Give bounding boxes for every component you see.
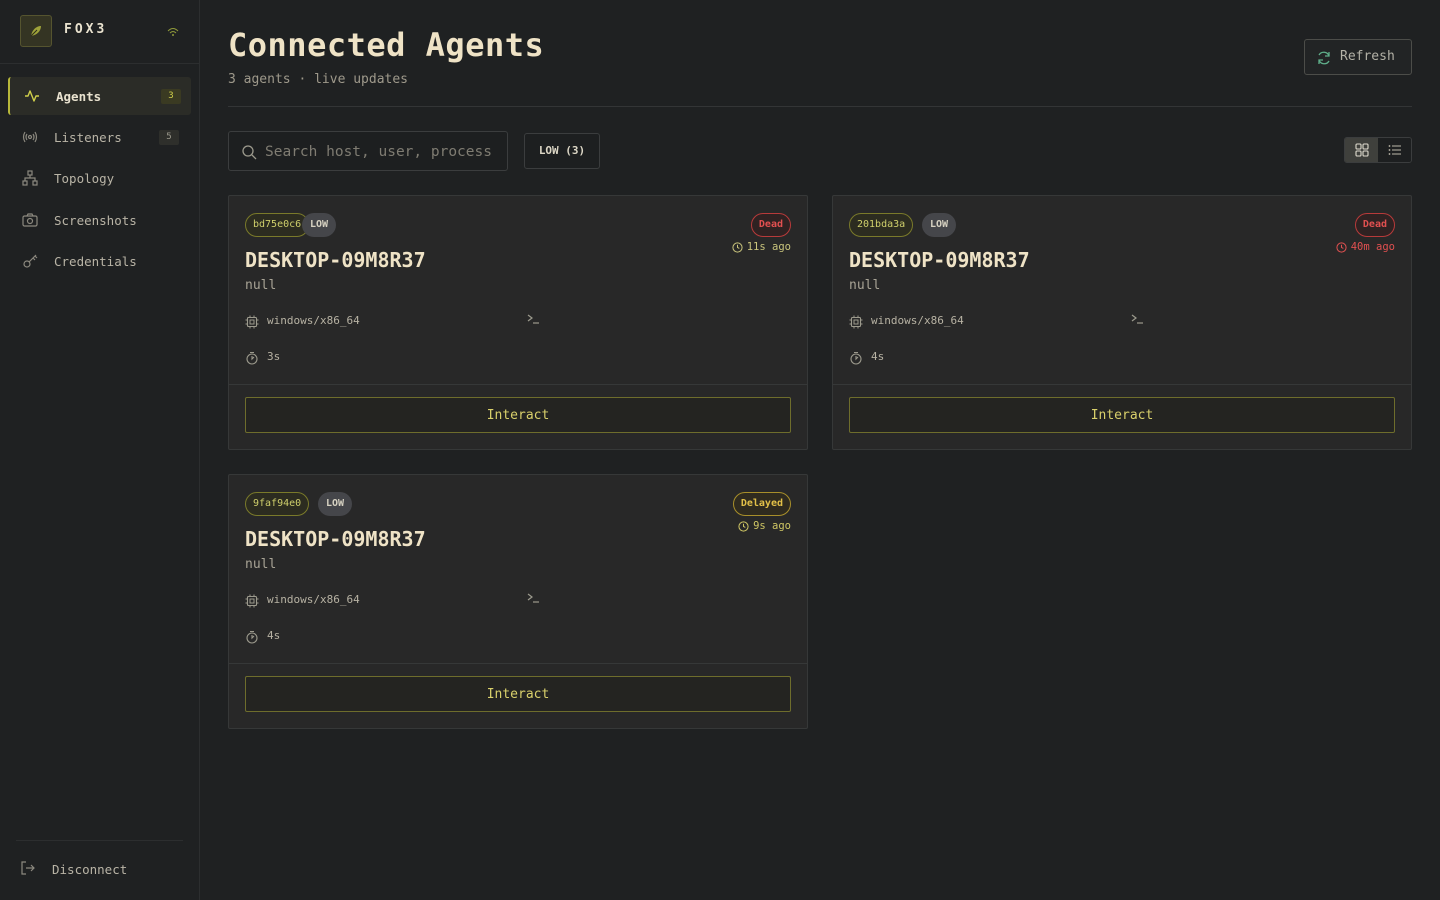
last-seen-text: 40m ago [1350, 241, 1395, 253]
timer-icon [850, 351, 862, 365]
sidebar: FOX3 Agents 3 Listeners 5 Topology Scree… [0, 0, 200, 900]
sidebar-divider [16, 840, 183, 841]
agent-hostname: DESKTOP-09M8R37 [849, 248, 1030, 272]
status-badge: Delayed [732, 492, 791, 516]
agent-hostname: DESKTOP-09M8R37 [245, 248, 426, 272]
activity-icon [25, 90, 39, 102]
interact-button[interactable]: Interact [849, 397, 1395, 433]
refresh-label: Refresh [1340, 49, 1395, 64]
agent-sleep: 3s [267, 350, 281, 363]
agent-sleep: 4s [267, 629, 281, 642]
app-name: FOX3 [64, 22, 108, 37]
privilege-badge: LOW [318, 492, 353, 516]
broadcast-icon [22, 131, 38, 143]
agent-sleep: 4s [871, 350, 885, 363]
agent-arch: windows/x86_64 [267, 314, 360, 327]
sidebar-item-screenshots[interactable]: Screenshots [8, 201, 191, 239]
sidebar-item-label: Listeners [54, 130, 122, 145]
agent-card: bd75e0c6 LOW Dead 11s ago DESKTOP-09M8R3… [228, 195, 808, 450]
page-title: Connected Agents [228, 26, 545, 64]
fox-logo-icon [20, 15, 52, 47]
last-seen-text: 11s ago [746, 241, 791, 253]
key-icon [23, 254, 38, 268]
agent-arch: windows/x86_64 [267, 593, 360, 606]
clock-icon [732, 241, 743, 253]
clock-icon [1336, 241, 1347, 253]
agent-arch: windows/x86_64 [871, 314, 964, 327]
agent-card: 201bda3a LOW Dead 40m ago DESKTOP-09M8R3… [832, 195, 1412, 450]
agent-hostname: DESKTOP-09M8R37 [245, 527, 426, 551]
card-divider [833, 384, 1411, 385]
list-view-button[interactable] [1378, 138, 1411, 162]
listeners-count-badge: 5 [159, 130, 179, 145]
sidebar-item-agents[interactable]: Agents 3 [8, 77, 191, 115]
search-input[interactable] [265, 140, 499, 164]
agent-id-badge: bd75e0c6 [245, 213, 310, 237]
sidebar-item-label: Credentials [54, 254, 137, 269]
cpu-icon [245, 315, 259, 329]
status-badge: Dead [750, 213, 791, 237]
terminal-icon [527, 314, 539, 324]
sidebar-item-label: Screenshots [54, 213, 137, 228]
timer-icon [246, 630, 258, 644]
sidebar-item-credentials[interactable]: Credentials [8, 242, 191, 280]
terminal-icon [527, 593, 539, 603]
sidebar-item-topology[interactable]: Topology [8, 159, 191, 197]
agent-id-badge: 9faf94e0 [245, 492, 310, 516]
refresh-icon [1318, 51, 1330, 65]
agent-user: null [849, 278, 881, 293]
card-divider [229, 384, 807, 385]
privilege-filter-chip[interactable]: LOW (3) [524, 133, 600, 169]
search-box [228, 131, 508, 171]
refresh-button[interactable]: Refresh [1304, 39, 1412, 75]
header-divider [228, 106, 1412, 107]
agent-id-badge: 201bda3a [849, 213, 914, 237]
cpu-icon [849, 315, 863, 329]
wifi-icon [167, 28, 179, 36]
last-seen: 9s ago [738, 520, 791, 532]
agent-user: null [245, 278, 277, 293]
camera-icon [22, 213, 38, 227]
clock-icon [738, 520, 749, 532]
disconnect-label: Disconnect [52, 862, 128, 877]
list-icon [1388, 145, 1401, 155]
disconnect-button[interactable]: Disconnect [14, 856, 184, 882]
card-divider [229, 663, 807, 664]
grid-icon [1355, 143, 1369, 157]
status-badge: Dead [1354, 213, 1395, 237]
view-toggle [1344, 137, 1412, 163]
network-icon [22, 170, 38, 186]
privilege-badge: LOW [302, 213, 337, 237]
brand-header: FOX3 [0, 0, 199, 64]
last-seen: 11s ago [732, 241, 791, 253]
interact-button[interactable]: Interact [245, 676, 791, 712]
agent-user: null [245, 557, 277, 572]
agent-card: 9faf94e0 LOW Delayed 9s ago DESKTOP-09M8… [228, 474, 808, 729]
search-icon [242, 145, 257, 160]
sidebar-item-label: Agents [56, 89, 102, 104]
cpu-icon [245, 594, 259, 608]
logout-icon [21, 861, 35, 875]
page-subtitle: 3 agents · live updates [228, 72, 409, 87]
last-seen-text: 9s ago [753, 520, 791, 532]
terminal-icon [1131, 314, 1143, 324]
agents-count-badge: 3 [161, 89, 181, 104]
last-seen: 40m ago [1336, 241, 1395, 253]
privilege-badge: LOW [922, 213, 957, 237]
sidebar-item-listeners[interactable]: Listeners 5 [8, 118, 191, 156]
sidebar-item-label: Topology [54, 171, 115, 186]
grid-view-button[interactable] [1345, 138, 1379, 162]
timer-icon [246, 351, 258, 365]
interact-button[interactable]: Interact [245, 397, 791, 433]
